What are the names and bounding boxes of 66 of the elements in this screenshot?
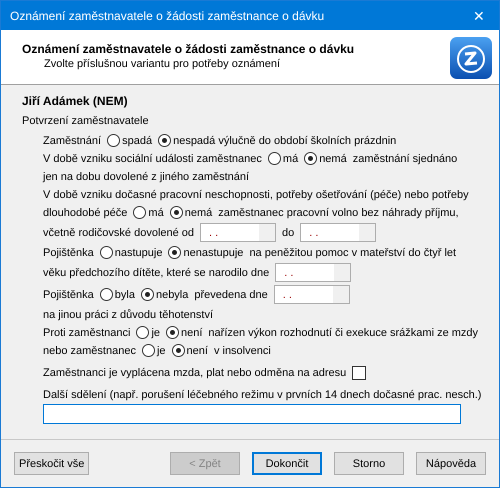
form-text: V době vzniku dočasné pracovní neschopnosti, potřeby ošetřování (péče) nebo potřeby: [43, 188, 469, 200]
radio-option[interactable]: není: [172, 344, 208, 357]
form-text: nebo zaměstnanec: [43, 344, 136, 356]
radio-option[interactable]: byla: [100, 288, 135, 301]
form-text: Zaměstnanci je vyplácena mzda, plat nebo odměna na adresu: [43, 366, 346, 378]
date-field[interactable]: . .: [274, 285, 350, 304]
radio-option[interactable]: nemá: [304, 152, 347, 165]
radio-option[interactable]: nenastupuje: [168, 246, 244, 259]
date-field[interactable]: . .: [275, 263, 352, 282]
form-text: Proti zaměstnanci: [43, 326, 130, 338]
form-text: dlouhodobé péče: [43, 206, 128, 218]
form-text: včetně rodičovské dovolené od: [43, 226, 194, 238]
checkbox[interactable]: [352, 366, 366, 380]
form-text: Další sdělení (např. porušení léčebného režimu v prvních 14 dnech dočasné prac. nesch.): [43, 388, 482, 400]
radio-option[interactable]: je: [142, 344, 166, 357]
form-text: převedena dne: [194, 288, 268, 300]
radio-option[interactable]: má: [133, 206, 164, 219]
form-text: zaměstnání sjednáno: [352, 152, 458, 164]
input-field[interactable]: [43, 404, 461, 424]
radio-circle-icon[interactable]: [170, 206, 183, 219]
radio-circle-icon[interactable]: [140, 288, 154, 301]
app-logo-icon: [449, 36, 493, 80]
dialog-button[interactable]: Přeskočit vše: [14, 452, 90, 475]
radio-option[interactable]: není: [166, 326, 202, 339]
radio-circle-icon[interactable]: [100, 288, 113, 301]
radio-circle-icon[interactable]: [142, 344, 155, 357]
dialog-button[interactable]: Dokončit: [252, 452, 322, 475]
radio-circle-icon[interactable]: [304, 152, 318, 165]
header-heading: Oznámení zaměstnavatele o žádosti zaměstnance o dávku: [22, 42, 354, 56]
form-text: jen na dobu dovolené z jiného zaměstnání: [43, 170, 250, 182]
radio-circle-icon[interactable]: [172, 344, 185, 357]
radio-circle-icon[interactable]: [133, 206, 146, 219]
form-text: nařízen výkon rozhodnutí či exekuce srážkami ze mzdy: [208, 326, 478, 338]
form-text: věku předchozího dítěte, které se narodilo dne: [43, 266, 270, 278]
date-field[interactable]: . .: [300, 223, 376, 242]
radio-option[interactable]: nemá: [170, 206, 212, 219]
form-text: na peněžitou pomoc v mateřství do čtyř let: [249, 246, 456, 258]
radio-circle-icon[interactable]: [166, 326, 179, 339]
radio-circle-icon[interactable]: [158, 134, 172, 147]
radio-option[interactable]: nebyla: [140, 288, 188, 301]
radio-circle-icon[interactable]: [268, 152, 281, 165]
radio-circle-icon[interactable]: [100, 246, 113, 259]
form-text: do: [282, 226, 294, 238]
dialog-button[interactable]: Nápověda: [416, 452, 486, 475]
form-text: Pojištěnka: [43, 246, 94, 258]
window-title: Oznámení zaměstnavatele o žádosti zaměstnance o dávku: [10, 8, 324, 22]
form-text: zaměstnanec pracovní volno bez náhrady příjmu,: [218, 206, 459, 218]
form-text: v insolvenci: [214, 344, 271, 356]
radio-option[interactable]: spadá: [107, 134, 152, 147]
dialog-button[interactable]: Storno: [334, 452, 404, 475]
form-text: Pojištěnka: [43, 288, 94, 300]
radio-circle-icon[interactable]: [168, 246, 182, 259]
header-subheading: Zvolte příslušnou variantu pro potřeby oznámení: [43, 58, 282, 70]
radio-circle-icon[interactable]: [107, 134, 120, 147]
date-field[interactable]: . .: [200, 223, 276, 242]
form-text: V době vzniku sociální události zaměstnanec: [43, 152, 262, 164]
person-name: Jiří Adámek (NEM): [22, 94, 129, 108]
section-label: Potvrzení zaměstnavatele: [22, 115, 150, 127]
close-icon[interactable]: ✕: [459, 8, 499, 24]
radio-circle-icon[interactable]: [136, 326, 150, 339]
radio-option[interactable]: je: [136, 326, 160, 339]
radio-option[interactable]: nespadá výlučně do období školních prázdnin: [158, 134, 396, 147]
form-text: Zaměstnání: [43, 134, 102, 146]
radio-option[interactable]: má: [268, 152, 298, 165]
form-text: na jinou práci z důvodu těhotenství: [43, 308, 214, 320]
radio-option[interactable]: nastupuje: [100, 246, 162, 259]
